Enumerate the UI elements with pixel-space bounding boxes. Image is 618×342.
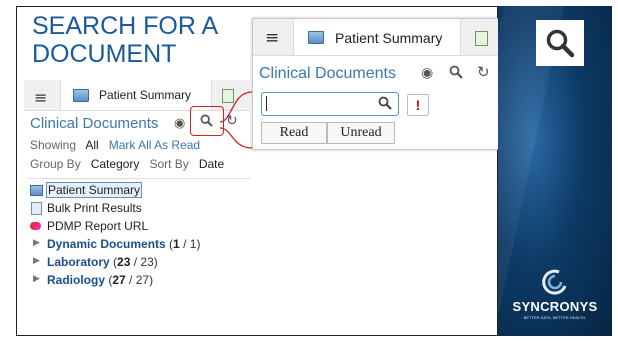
tree-item-pdmp[interactable]: PDMP Report URL	[28, 217, 248, 235]
search-icon	[200, 114, 213, 127]
eye-icon[interactable]: ◉	[421, 64, 433, 81]
brand-panel: SYNCRONYS BETTER DATA. BETTER HEALTH.	[498, 6, 612, 336]
refresh-icon[interactable]: ↻	[477, 63, 490, 81]
expand-arrow-icon[interactable]: ▶	[33, 238, 40, 248]
read-filter-button[interactable]: Read	[261, 122, 327, 144]
zoom-tab-patient-summary[interactable]: Patient Summary	[293, 19, 461, 55]
expand-arrow-icon[interactable]: ▶	[33, 256, 40, 266]
brand-name: SYNCRONYS	[512, 299, 598, 314]
tree-category-radiology[interactable]: ▶ Radiology (27 / 27)	[28, 271, 248, 289]
slide: SEARCH FOR A DOCUMENT ≡ Patient Summary …	[0, 0, 618, 342]
eye-icon[interactable]: ◉	[174, 115, 185, 131]
divider	[28, 178, 250, 179]
unread-count: 23	[117, 255, 131, 269]
category-count: (27 / 27)	[108, 273, 154, 287]
slide-title: SEARCH FOR A DOCUMENT	[32, 12, 262, 68]
document-search-input[interactable]	[261, 92, 399, 116]
tab-label: Patient Summary	[99, 88, 192, 102]
menu-icon[interactable]: ≡	[265, 28, 279, 48]
zoomed-search-view: ≡ Patient Summary Clinical Documents ◉ ↻…	[252, 18, 502, 150]
tab-patient-summary[interactable]: Patient Summary	[60, 80, 212, 110]
group-by-value[interactable]: Category	[91, 157, 140, 171]
tree-item-label: PDMP Report URL	[47, 219, 149, 233]
alert-icon[interactable]: !	[407, 94, 429, 116]
expand-arrow-icon[interactable]: ▶	[33, 274, 40, 284]
unread-count: 1	[173, 237, 180, 251]
total-count: 1	[189, 237, 197, 251]
group-by-label: Group By	[30, 157, 81, 171]
zoom-section-title: Clinical Documents	[259, 65, 396, 82]
search-icon-tile	[536, 20, 584, 66]
category-count: (23 / 23)	[113, 255, 158, 269]
category-label: Radiology (27 / 27)	[47, 273, 153, 287]
showing-value[interactable]: All	[85, 138, 98, 152]
search-icon	[546, 29, 575, 58]
unread-filter-button[interactable]: Unread	[327, 122, 395, 144]
tree-item-bulk-print[interactable]: Bulk Print Results	[28, 199, 248, 217]
search-icon[interactable]	[449, 65, 463, 79]
patient-summary-icon	[73, 89, 89, 102]
group-sort-row: Group By Category Sort By Date	[30, 157, 224, 171]
syncronys-logo-icon	[542, 269, 567, 295]
text-caret	[266, 96, 267, 111]
patient-summary-icon	[308, 31, 324, 44]
brand-tagline: BETTER DATA. BETTER HEALTH.	[523, 315, 587, 320]
tree-item-patient-summary[interactable]: Patient Summary	[28, 181, 248, 199]
section-title: Clinical Documents	[30, 115, 159, 132]
tree-category-dynamic-documents[interactable]: ▶ Dynamic Documents (1 / 1)	[28, 235, 248, 253]
zoom-tab-bar: ≡ Patient Summary	[253, 19, 501, 56]
category-name: Dynamic Documents	[47, 237, 166, 251]
tree-item-label: Patient Summary	[46, 182, 143, 198]
unread-count: 27	[112, 273, 126, 287]
search-icon[interactable]	[378, 96, 392, 110]
total-count: 27	[135, 273, 150, 287]
showing-label: Showing	[30, 138, 77, 152]
category-name: Laboratory	[47, 255, 110, 269]
showing-row: Showing All Mark All As Read	[30, 138, 200, 152]
slide-title-line1: SEARCH FOR A	[32, 12, 219, 40]
tree-category-laboratory[interactable]: ▶ Laboratory (23 / 23)	[28, 253, 248, 271]
tree-item-label: Bulk Print Results	[47, 201, 142, 215]
sort-by-label: Sort By	[149, 157, 189, 171]
category-label: Dynamic Documents (1 / 1)	[47, 237, 200, 251]
zoom-tab-label: Patient Summary	[335, 30, 443, 46]
bulk-print-icon	[31, 202, 42, 215]
category-label: Laboratory (23 / 23)	[47, 255, 158, 269]
patient-summary-icon	[30, 185, 43, 196]
menu-icon[interactable]: ≡	[34, 88, 47, 107]
mark-all-read-link[interactable]: Mark All As Read	[109, 138, 200, 152]
pill-icon	[30, 222, 41, 230]
total-count: 23	[140, 255, 154, 269]
document-tree: Patient Summary Bulk Print Results PDMP …	[28, 181, 248, 289]
slide-title-line2: DOCUMENT	[32, 40, 177, 68]
category-count: (1 / 1)	[169, 237, 201, 251]
clinical-documents-panel: ≡ Patient Summary Clinical Documents ◉ ↻…	[24, 77, 250, 307]
document-tab-icon[interactable]	[475, 31, 488, 46]
category-name: Radiology	[47, 273, 106, 287]
